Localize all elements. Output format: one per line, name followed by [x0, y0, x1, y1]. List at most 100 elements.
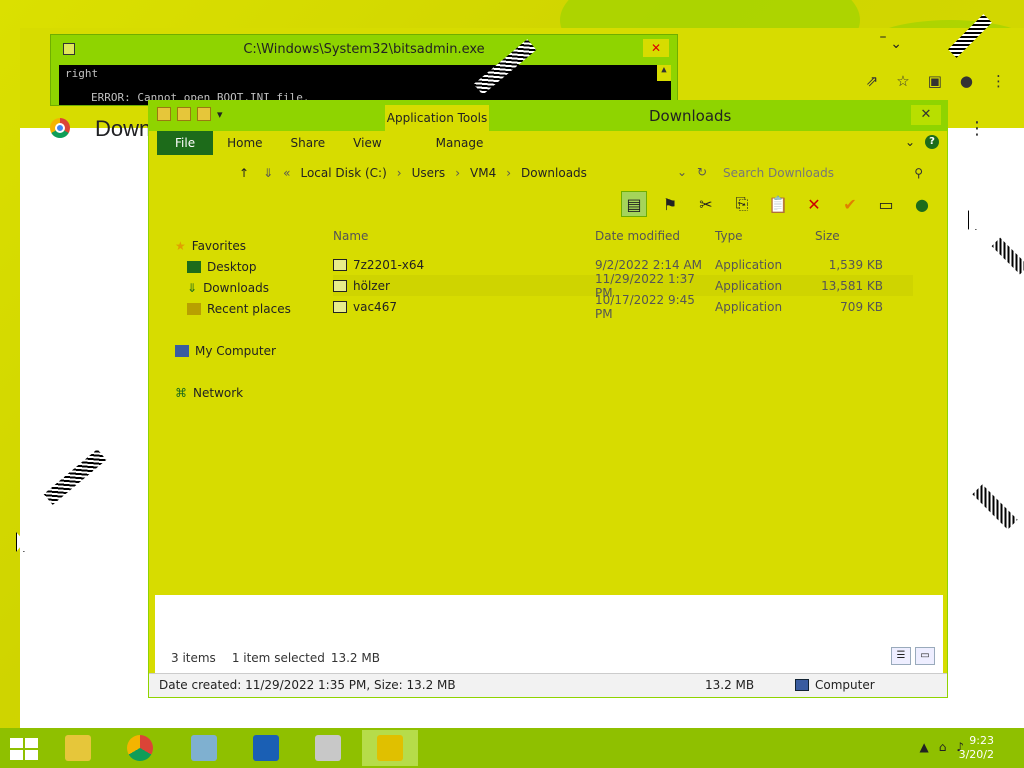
nav-desktop[interactable]: Desktop — [175, 256, 315, 277]
delete-icon[interactable]: ✕ — [801, 191, 827, 217]
list-header: Name Date modified Type Size — [333, 225, 913, 246]
details-location: Computer — [795, 678, 875, 692]
tab-manage[interactable]: Manage — [422, 131, 498, 155]
column-header-name[interactable]: Name — [333, 229, 595, 243]
clock[interactable]: 9:23 3/20/2 — [959, 734, 994, 762]
ribbon-right-controls: ⌄ ? — [905, 135, 939, 149]
file-size: 709 KB — [840, 299, 883, 314]
share-icon[interactable]: ⇗ — [866, 72, 879, 90]
profile-icon[interactable]: ● — [960, 72, 973, 90]
chrome-page-heading: Down — [95, 116, 152, 141]
start-button[interactable] — [10, 738, 38, 760]
help-icon[interactable]: ? — [925, 135, 939, 149]
close-button[interactable]: ✕ — [911, 105, 941, 125]
nav-my-computer[interactable]: My Computer — [175, 340, 315, 361]
file-size: 1,539 KB — [828, 257, 883, 272]
console-app-icon — [63, 43, 75, 55]
breadcrumb-vm4[interactable]: VM4 — [470, 166, 496, 180]
breadcrumb-downloads[interactable]: Downloads — [521, 166, 587, 180]
breadcrumb-separator-icon: › — [396, 166, 402, 180]
windows-logo-icon — [10, 738, 23, 748]
console-line: right — [65, 67, 99, 80]
copy-icon[interactable]: ⎘ — [729, 191, 755, 217]
clock-time: 9:23 — [969, 734, 994, 747]
refresh-icon[interactable]: ↻ — [697, 165, 707, 179]
taskbar-calculator[interactable] — [300, 730, 356, 766]
selection-size: 13.2 MB — [330, 651, 380, 665]
file-date: 10/17/2022 9:45 PM — [595, 292, 695, 321]
desktop-icon — [187, 260, 201, 273]
scroll-up-icon[interactable]: ▲ — [657, 65, 671, 81]
breadcrumb-users[interactable]: Users — [412, 166, 446, 180]
column-header-size[interactable]: Size — [815, 229, 883, 243]
chrome-icon — [127, 735, 153, 761]
chrome-minimize-button[interactable]: – — [868, 28, 898, 46]
nav-favorites[interactable]: ★ Favorites — [175, 235, 315, 256]
taskbar-keys-app[interactable] — [362, 730, 418, 766]
folder-down-icon[interactable] — [157, 107, 171, 121]
taskbar-media[interactable] — [176, 730, 232, 766]
nav-recent-places[interactable]: Recent places — [175, 298, 315, 319]
page-menu-icon[interactable]: ⋮ — [968, 118, 986, 139]
details-size: 13.2 MB — [705, 678, 755, 692]
kebab-icon[interactable]: ⋮ — [991, 72, 1006, 90]
globe-icon[interactable]: ● — [909, 191, 935, 217]
paste-icon[interactable]: 📋 — [765, 191, 791, 217]
application-tools-label: Application Tools — [385, 105, 489, 131]
console-titlebar: C:\Windows\System32\bitsadmin.exe ✕ — [51, 35, 677, 63]
network-icon[interactable]: ⌂ — [939, 740, 947, 754]
nav-downloads[interactable]: ⇓ Downloads — [175, 277, 315, 298]
properties-icon[interactable]: ⚑ — [657, 191, 683, 217]
nav-network[interactable]: ⌘ Network — [175, 382, 315, 403]
console-title: C:\Windows\System32\bitsadmin.exe — [243, 41, 485, 57]
nav-label: Downloads — [203, 280, 269, 295]
properties-icon[interactable] — [177, 107, 191, 121]
taskbar-chrome[interactable] — [112, 730, 168, 766]
qat-dropdown-icon[interactable]: ▾ — [217, 108, 223, 121]
column-header-type[interactable]: Type — [715, 229, 815, 243]
details-view-icon[interactable]: ☰ — [891, 647, 911, 665]
up-arrow-icon[interactable]: ↑ — [239, 166, 249, 180]
address-dropdown-icon[interactable]: ⌄ — [677, 165, 687, 179]
tray-expand-icon[interactable]: ▲ — [919, 740, 928, 754]
new-folder-icon[interactable] — [197, 107, 211, 121]
console-output[interactable]: right ERROR: Cannot open BOOT.INI file. … — [59, 65, 671, 105]
media-icon — [191, 735, 217, 761]
tab-home[interactable]: Home — [213, 131, 276, 155]
breadcrumb-local-disk[interactable]: Local Disk (C:) — [300, 166, 386, 180]
taskbar: ▲ ⌂ ♪ 9:23 3/20/2 — [0, 728, 1024, 768]
tab-view[interactable]: View — [339, 131, 395, 155]
nav-label: Desktop — [207, 259, 257, 274]
sidebar-icon[interactable]: ▣ — [928, 72, 942, 90]
star-icon: ★ — [175, 238, 186, 253]
breadcrumb-separator-icon: › — [455, 166, 460, 180]
star-icon[interactable]: ☆ — [896, 72, 909, 90]
tab-file[interactable]: File — [157, 131, 214, 155]
location-label: Computer — [815, 678, 875, 692]
preview-pane-icon[interactable]: ▤ — [621, 191, 647, 217]
checkmark-icon[interactable]: ✔ — [837, 191, 863, 217]
large-icons-view-icon[interactable]: ▭ — [915, 647, 935, 665]
rename-icon[interactable]: ▭ — [873, 191, 899, 217]
application-icon — [333, 300, 347, 313]
application-icon — [333, 279, 347, 292]
expand-ribbon-icon[interactable]: ⌄ — [905, 135, 915, 149]
tab-share[interactable]: Share — [277, 131, 340, 155]
calculator-icon — [315, 735, 341, 761]
column-header-date[interactable]: Date modified — [595, 229, 715, 243]
details-text: Date created: 11/29/2022 1:35 PM, Size: … — [159, 678, 456, 692]
cut-icon[interactable]: ✂ — [693, 191, 719, 217]
nav-label: Favorites — [191, 238, 246, 253]
taskbar-file-explorer[interactable] — [50, 730, 106, 766]
console-close-button[interactable]: ✕ — [643, 39, 669, 57]
address-prefix: « — [283, 166, 291, 180]
taskbar-defender[interactable] — [238, 730, 294, 766]
explorer-titlebar: ▾ Application Tools Downloads ✕ — [149, 101, 947, 131]
file-type: Application — [715, 257, 783, 272]
nav-label: My Computer — [195, 343, 276, 358]
file-row[interactable]: vac467 10/17/2022 9:45 PM Application 70… — [333, 293, 913, 321]
file-name: 7z2201-x64 — [353, 257, 425, 272]
details-bar: Date created: 11/29/2022 1:35 PM, Size: … — [149, 673, 947, 697]
downloads-folder-icon: ⇓ — [263, 166, 274, 180]
search-input[interactable]: Search Downloads ⚲ — [717, 161, 927, 185]
